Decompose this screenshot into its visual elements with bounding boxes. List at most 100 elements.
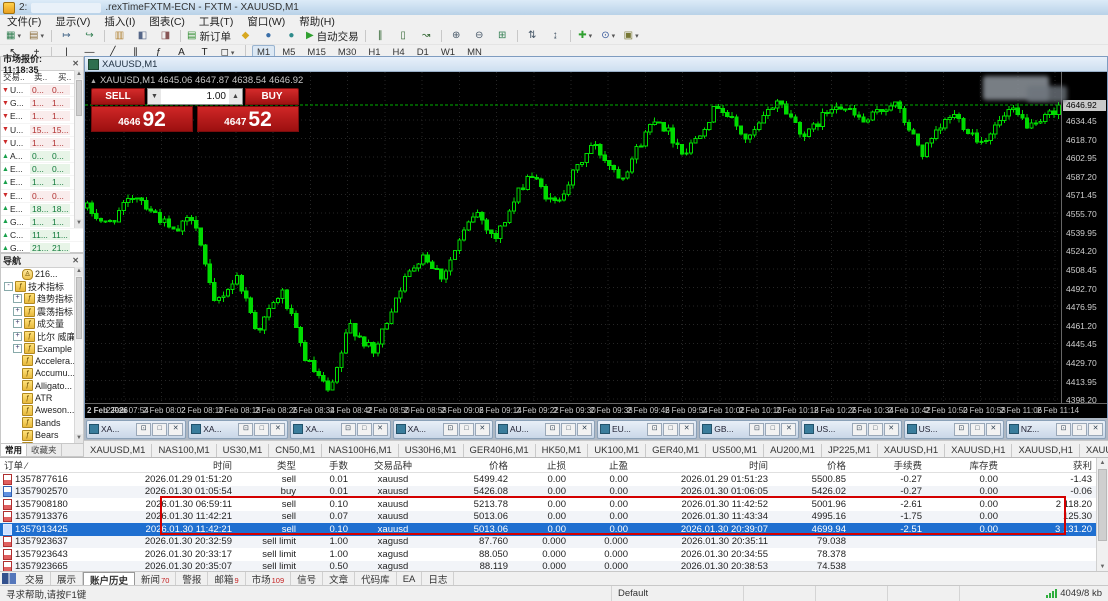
chart-tab[interactable]: NAS100,M1	[152, 444, 216, 458]
column-header-12[interactable]: 获利	[1002, 458, 1096, 472]
community-button[interactable]: ●	[258, 28, 279, 44]
chart-tab[interactable]: CN50,M1	[269, 444, 322, 458]
minimized-chart-window[interactable]: US...⊡□✕	[904, 420, 1004, 439]
zoom-out-button[interactable]: ⊖	[469, 28, 490, 44]
market-watch-header[interactable]: 市场报价: 11:18:35 ✕	[1, 57, 83, 71]
market-watch-row[interactable]: ▲E...1...1...	[1, 176, 83, 189]
terminal-tab-信号[interactable]: 信号	[291, 572, 323, 586]
table-row[interactable]: 13579025702026.01.30 01:05:54buy0.01xauu…	[0, 486, 1096, 499]
scroll-down-icon[interactable]: ▼	[75, 219, 83, 228]
auto-scroll-button[interactable]: ↪	[79, 28, 100, 44]
menu-item-0[interactable]: 文件(F)	[0, 14, 48, 29]
scroll-down-icon[interactable]: ▼	[75, 434, 83, 443]
navigator-item[interactable]: ƒATR	[1, 392, 83, 404]
maximize-icon[interactable]: □	[459, 423, 474, 436]
maximize-icon[interactable]: □	[1072, 423, 1087, 436]
menu-item-3[interactable]: 图表(C)	[142, 14, 192, 29]
market-watch-row[interactable]: ▲C...11...11...	[1, 229, 83, 242]
minimized-chart-window[interactable]: XA...⊡□✕	[86, 420, 186, 439]
new-order-button[interactable]: ▤新订单	[185, 28, 233, 44]
close-icon[interactable]: ✕	[679, 423, 694, 436]
close-icon[interactable]: ✕	[884, 423, 899, 436]
terminal-tab-市场[interactable]: 市场109	[246, 572, 292, 586]
chart-tab[interactable]: JP225,M1	[822, 444, 878, 458]
restore-icon[interactable]: ⊡	[647, 423, 662, 436]
volume-value[interactable]: 1.00	[161, 89, 229, 104]
tile-windows-button[interactable]: ⊞	[492, 28, 513, 44]
minimized-chart-window[interactable]: GB...⊡□✕	[699, 420, 799, 439]
line-chart-button[interactable]: ↝	[416, 28, 437, 44]
volume-stepper[interactable]: ▼ 1.00 ▲	[147, 88, 243, 105]
navigator-item[interactable]: ♙216...	[1, 268, 83, 280]
collapse-icon[interactable]: -	[4, 282, 13, 291]
time-axis[interactable]: 2 Feb 20262 Feb 07:542 Feb 08:022 Feb 08…	[85, 403, 1107, 418]
close-icon[interactable]: ✕	[475, 423, 490, 436]
minimized-chart-window[interactable]: NZ...⊡□✕	[1006, 420, 1106, 439]
table-row[interactable]: 13579081802026.01.30 06:59:11sell0.10xau…	[0, 498, 1096, 511]
close-icon[interactable]: ✕	[168, 423, 183, 436]
restore-icon[interactable]: ⊡	[749, 423, 764, 436]
close-icon[interactable]: ✕	[70, 256, 81, 265]
minimized-chart-window[interactable]: AU...⊡□✕	[495, 420, 595, 439]
column-header-3[interactable]: 手数	[300, 458, 352, 472]
market-watch-button[interactable]: ▥	[109, 28, 130, 44]
expand-icon[interactable]: +	[13, 294, 22, 303]
table-row[interactable]: 13579236372026.01.30 20:32:59sell limit1…	[0, 536, 1096, 549]
column-header-2[interactable]: 类型	[236, 458, 300, 472]
maximize-icon[interactable]: □	[254, 423, 269, 436]
sell-button[interactable]: SELL	[91, 88, 145, 105]
terminal-tab-交易[interactable]: 交易	[19, 572, 51, 586]
market-watch-row[interactable]: ▲E...18...18...	[1, 203, 83, 216]
expand-icon[interactable]: +	[13, 307, 22, 316]
maximize-icon[interactable]: □	[357, 423, 372, 436]
collapse-triangle-icon[interactable]: ▲	[90, 78, 97, 85]
restore-icon[interactable]: ⊡	[1056, 423, 1071, 436]
market-watch-column-1[interactable]: 卖..	[32, 71, 56, 83]
terminal-tab-代码库[interactable]: 代码库	[355, 572, 397, 586]
chart-tab[interactable]: XAUUSD,H1	[1080, 444, 1108, 458]
terminal-tab-警报[interactable]: 警报	[176, 572, 208, 586]
step-back-button[interactable]: ⇅	[522, 28, 543, 44]
table-row[interactable]: 13579133762026.01.30 11:42:21sell0.07xau…	[0, 511, 1096, 524]
menu-item-2[interactable]: 插入(I)	[97, 14, 142, 29]
restore-icon[interactable]: ⊡	[954, 423, 969, 436]
terminal-tab-EA[interactable]: EA	[397, 572, 423, 586]
market-watch-column-0[interactable]: 交易..	[1, 71, 32, 83]
chart-tab[interactable]: HK50,M1	[536, 444, 589, 458]
close-icon[interactable]: ✕	[577, 423, 592, 436]
market-watch-row[interactable]: ▲A...0...0...	[1, 150, 83, 163]
minimized-chart-window[interactable]: XA...⊡□✕	[393, 420, 493, 439]
scroll-thumb[interactable]	[76, 80, 82, 116]
maximize-icon[interactable]: □	[152, 423, 167, 436]
table-row[interactable]: 13579134252026.01.30 11:42:21sell0.10xau…	[0, 523, 1096, 536]
column-header-4[interactable]: 交易品种	[352, 458, 434, 472]
market-watch-columns[interactable]: 交易..卖..买..	[1, 71, 83, 84]
volume-down-icon[interactable]: ▼	[148, 89, 161, 104]
close-icon[interactable]: ✕	[781, 423, 796, 436]
chart-tab[interactable]: US30,M1	[217, 444, 270, 458]
market-watch-row[interactable]: ▼E...0...0...	[1, 190, 83, 203]
price-axis[interactable]: 4634.454618.704602.954587.204571.454555.…	[1061, 72, 1108, 403]
terminal-tab-账户历史[interactable]: 账户历史	[83, 572, 135, 586]
chart-tab[interactable]: UK100,M1	[588, 444, 646, 458]
status-profile[interactable]: Default	[612, 586, 744, 601]
market-store-button[interactable]: ●	[281, 28, 302, 44]
column-header-6[interactable]: 止损	[512, 458, 570, 472]
scroll-thumb[interactable]	[1098, 469, 1107, 541]
maximize-icon[interactable]: □	[765, 423, 780, 436]
buy-button[interactable]: BUY	[245, 88, 299, 105]
candlestick-chart-button[interactable]: ▯	[393, 28, 414, 44]
restore-icon[interactable]: ⊡	[136, 423, 151, 436]
new-chart-button[interactable]: ▦▾	[3, 28, 24, 44]
terminal-tab-文章[interactable]: 文章	[323, 572, 355, 586]
terminal-scrollbar[interactable]: ▲ ▼	[1096, 458, 1108, 572]
market-watch-row[interactable]: ▼U...15...15...	[1, 124, 83, 137]
bar-chart-button[interactable]: ∥	[370, 28, 391, 44]
chart-canvas[interactable]: 4634.454618.704602.954587.204571.454555.…	[85, 72, 1107, 418]
navigator-item[interactable]: +ƒ震荡指标	[1, 305, 83, 317]
navigator-item[interactable]: +ƒ趋势指标	[1, 293, 83, 305]
column-header-7[interactable]: 止盈	[570, 458, 632, 472]
navigator-item[interactable]: ƒAccumu...	[1, 367, 83, 379]
navigator-item[interactable]: ƒBears	[1, 429, 83, 441]
market-watch-row[interactable]: ▲G...1...1...	[1, 216, 83, 229]
